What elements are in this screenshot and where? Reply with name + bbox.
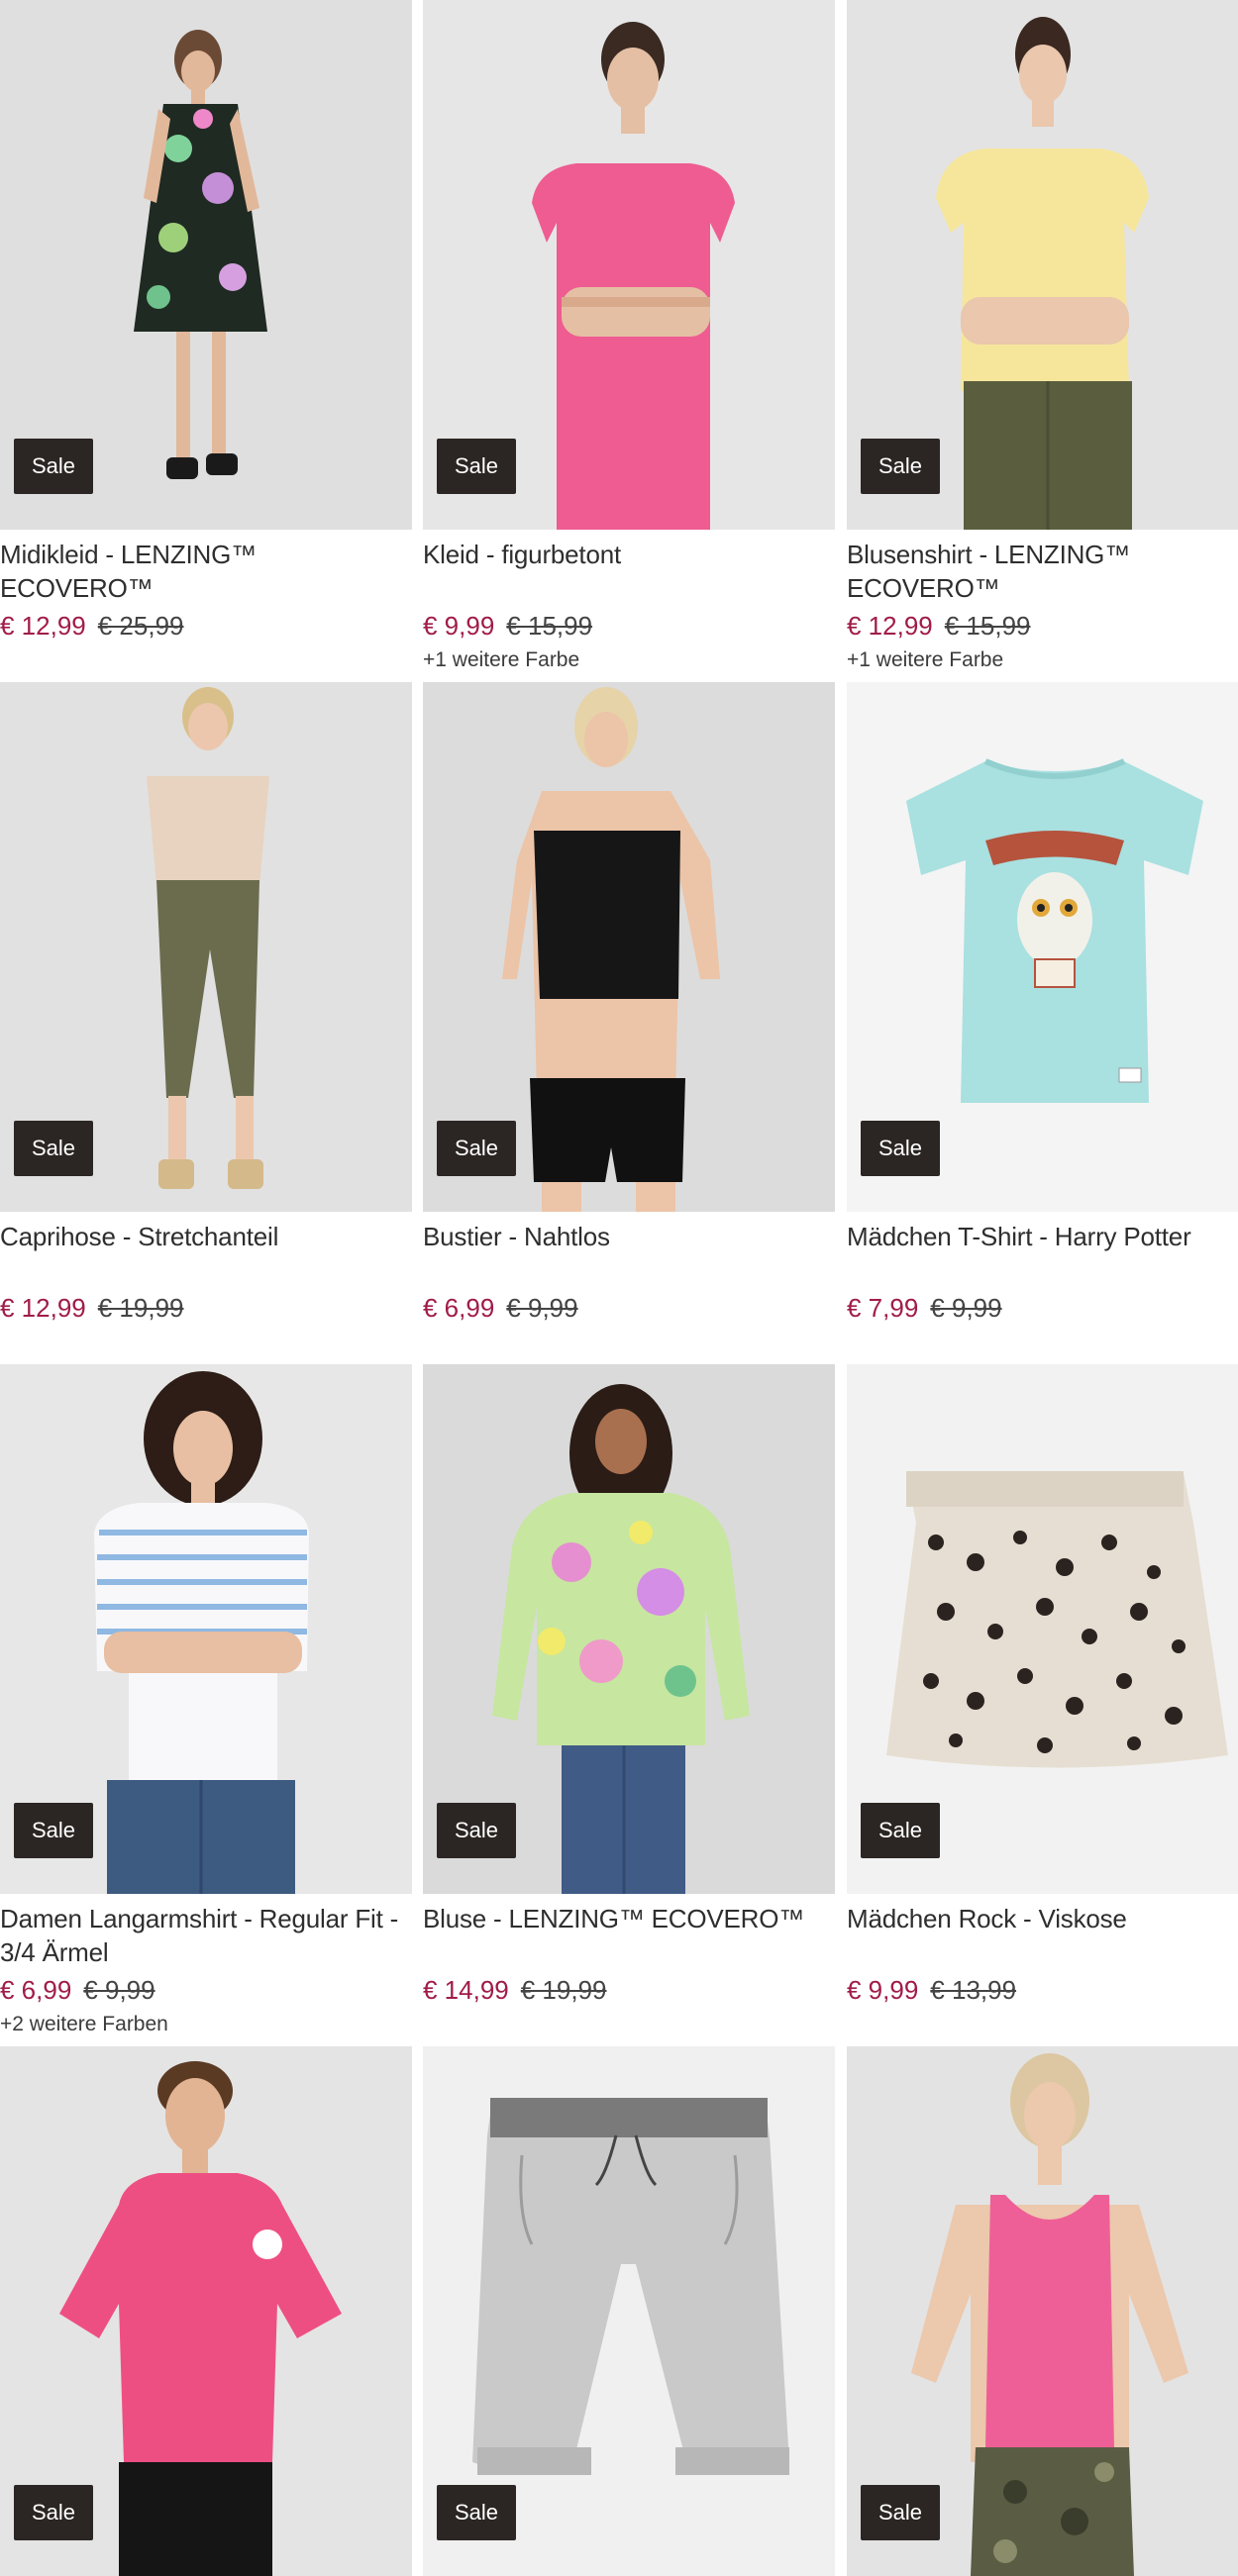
sale-price: € 12,99 <box>0 1293 86 1323</box>
product-card[interactable]: Sale Bustier - Nahtlos € 6,99 € 9,99 <box>423 682 835 1325</box>
product-image[interactable]: Sale <box>847 2046 1238 2576</box>
sale-badge: Sale <box>14 2485 93 2540</box>
product-card[interactable]: Sale Kleid - figurbetont € 9,99 € 15,99 +… <box>423 0 835 674</box>
product-image[interactable]: Sale <box>0 0 412 530</box>
sale-badge: Sale <box>437 1121 516 1176</box>
sale-badge: Sale <box>861 1803 940 1858</box>
product-image[interactable]: Sale <box>847 682 1238 1212</box>
original-price: € 15,99 <box>944 611 1031 641</box>
sale-badge: Sale <box>14 1121 93 1176</box>
more-colors-link[interactable]: +1 weitere Farbe <box>847 646 1238 674</box>
sale-badge: Sale <box>14 1803 93 1858</box>
product-card[interactable]: Sale Caprihose - Stretchanteil € 12,99 € … <box>0 682 412 1325</box>
product-price-row: € 12,99 € 15,99 <box>847 609 1238 643</box>
product-image[interactable]: Sale <box>0 682 412 1212</box>
product-name[interactable]: Bluse - LENZING™ ECOVERO™ <box>423 1902 835 1969</box>
product-card[interactable]: Sale Mädchen Rock - Viskose € 9,99 € 13,9… <box>847 1364 1238 2007</box>
product-image[interactable]: Sale <box>423 0 835 530</box>
product-image[interactable]: Sale <box>0 2046 412 2576</box>
sale-price: € 9,99 <box>847 1975 919 2005</box>
original-price: € 9,99 <box>506 1293 578 1323</box>
product-image[interactable]: Sale <box>847 1364 1238 1894</box>
product-price-row: € 9,99 € 15,99 <box>423 609 835 643</box>
product-image[interactable]: Sale <box>0 1364 412 1894</box>
sale-price: € 9,99 <box>423 611 495 641</box>
sale-price: € 12,99 <box>847 611 933 641</box>
sale-price: € 14,99 <box>423 1975 509 2005</box>
sale-badge: Sale <box>437 1803 516 1858</box>
product-card[interactable]: Sale Bluse - LENZING™ ECOVERO™ € 14,99 € … <box>423 1364 835 2007</box>
product-card[interactable]: Sale Blusenshirt - LENZING™ ECOVERO™ € 1… <box>847 0 1238 674</box>
product-name[interactable]: Damen Langarmshirt - Regular Fit - 3/4 Ä… <box>0 1902 412 1969</box>
sale-badge: Sale <box>861 1121 940 1176</box>
more-colors-link[interactable]: +1 weitere Farbe <box>423 646 835 674</box>
original-price: € 19,99 <box>97 1293 184 1323</box>
product-card[interactable]: Sale <box>0 2046 412 2576</box>
product-name[interactable]: Midikleid - LENZING™ ECOVERO™ <box>0 538 412 605</box>
more-colors-link[interactable]: +2 weitere Farben <box>0 2011 412 2038</box>
product-card[interactable]: Sale <box>423 2046 835 2576</box>
original-price: € 15,99 <box>506 611 593 641</box>
product-name[interactable]: Caprihose - Stretchanteil <box>0 1220 412 1287</box>
product-price-row: € 6,99 € 9,99 <box>423 1291 835 1325</box>
original-price: € 25,99 <box>97 611 184 641</box>
sale-badge: Sale <box>14 439 93 494</box>
product-card[interactable]: Sale Midikleid - LENZING™ ECOVERO™ € 12,… <box>0 0 412 646</box>
product-price-row: € 9,99 € 13,99 <box>847 1973 1238 2007</box>
product-name[interactable]: Mädchen Rock - Viskose <box>847 1902 1238 1969</box>
product-card[interactable]: Sale <box>847 2046 1238 2576</box>
product-card[interactable]: Sale Damen Langarmshirt - Regular Fit - … <box>0 1364 412 2038</box>
original-price: € 9,99 <box>930 1293 1002 1323</box>
sale-price: € 6,99 <box>0 1975 72 2005</box>
product-name[interactable]: Kleid - figurbetont <box>423 538 835 605</box>
original-price: € 13,99 <box>930 1975 1017 2005</box>
sale-price: € 12,99 <box>0 611 86 641</box>
original-price: € 19,99 <box>520 1975 607 2005</box>
product-price-row: € 7,99 € 9,99 <box>847 1291 1238 1325</box>
product-name[interactable]: Blusenshirt - LENZING™ ECOVERO™ <box>847 538 1238 605</box>
sale-badge: Sale <box>437 439 516 494</box>
product-image[interactable]: Sale <box>423 2046 835 2576</box>
sale-badge: Sale <box>861 439 940 494</box>
product-price-row: € 12,99 € 19,99 <box>0 1291 412 1325</box>
original-price: € 9,99 <box>83 1975 155 2005</box>
sale-price: € 7,99 <box>847 1293 919 1323</box>
sale-badge: Sale <box>437 2485 516 2540</box>
product-name[interactable]: Mädchen T-Shirt - Harry Potter <box>847 1220 1238 1287</box>
product-price-row: € 14,99 € 19,99 <box>423 1973 835 2007</box>
product-image[interactable]: Sale <box>423 1364 835 1894</box>
product-card[interactable]: Sale Mädchen T-Shirt - Harry Potter € 7,… <box>847 682 1238 1325</box>
product-image[interactable]: Sale <box>423 682 835 1212</box>
product-image[interactable]: Sale <box>847 0 1238 530</box>
sale-price: € 6,99 <box>423 1293 495 1323</box>
sale-badge: Sale <box>861 2485 940 2540</box>
product-price-row: € 12,99 € 25,99 <box>0 609 412 643</box>
product-name[interactable]: Bustier - Nahtlos <box>423 1220 835 1287</box>
product-price-row: € 6,99 € 9,99 <box>0 1973 412 2007</box>
